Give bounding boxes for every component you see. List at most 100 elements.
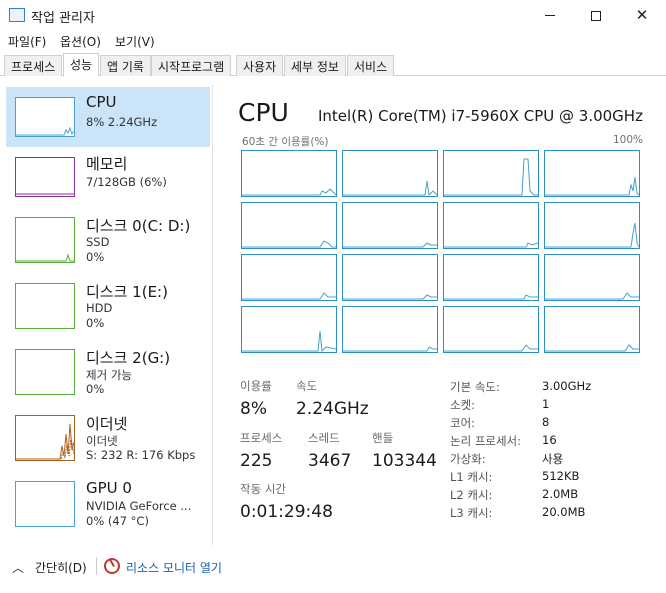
logical-processor-grid (241, 150, 641, 354)
disk0-thumb-line (16, 253, 74, 262)
maximize-button[interactable] (573, 0, 619, 31)
sidebar-item-type: SSD (86, 235, 110, 249)
sidebar-item-disk-1[interactable]: 디스크 1(E:) HDD 0% (6, 275, 210, 335)
tab-performance[interactable]: 성능 (63, 53, 100, 77)
menu-file[interactable]: 파일(F) (8, 33, 46, 50)
logical-processor-line (242, 188, 336, 196)
tab-app-history[interactable]: 앱 기록 (100, 55, 151, 76)
logical-processor-graph (342, 306, 438, 353)
sidebar-item-type: NVIDIA GeForce ... (86, 499, 192, 513)
sidebar-item-ethernet[interactable]: 이더넷 이더넷 S: 232 R: 176 Kbps (6, 407, 210, 467)
spec-label: 코어: (450, 416, 476, 430)
uptime-label: 작동 시간 (240, 482, 286, 496)
open-resource-monitor-link[interactable]: 리소스 모니터 열기 (126, 559, 222, 576)
spec-label: L1 캐시: (450, 470, 493, 484)
menu-options[interactable]: 옵션(O) (60, 33, 101, 50)
thread-value: 3467 (308, 451, 352, 471)
sidebar-item-gpu-0[interactable]: GPU 0 NVIDIA GeForce ... 0% (47 °C) (6, 473, 210, 533)
menu-bar: 파일(F) 옵션(O) 보기(V) (0, 31, 666, 53)
close-button[interactable]: ✕ (619, 0, 665, 31)
sidebar-item-value: S: 232 R: 176 Kbps (86, 448, 196, 462)
logical-processor-graph (241, 150, 337, 197)
spec-value: 16 (542, 433, 557, 447)
disk1-thumbnail-graph (15, 283, 75, 329)
logical-processor-line (545, 176, 639, 196)
spec-label: L3 캐시: (450, 506, 493, 520)
spec-value: 2.0MB (542, 487, 579, 501)
title-bar: 작업 관리자 ✕ (0, 0, 666, 31)
tab-services[interactable]: 서비스 (347, 55, 395, 76)
logical-processor-line (343, 180, 437, 196)
logical-processor-graph (241, 202, 337, 249)
logical-processor-graph (443, 150, 539, 197)
cpu-thumbnail-graph (15, 97, 75, 137)
close-icon: ✕ (635, 6, 649, 24)
spec-label: 기본 속도: (450, 380, 500, 394)
logical-processor-graph (342, 254, 438, 301)
sidebar-item-disk-2[interactable]: 디스크 2(G:) 제거 가능 0% (6, 341, 210, 401)
ethernet-thumbnail-graph (15, 415, 75, 461)
tab-processes[interactable]: 프로세스 (4, 55, 63, 76)
graph-label-max: 100% (613, 134, 644, 146)
spec-value: 512KB (542, 469, 580, 483)
uptime-value: 0:01:29:48 (240, 502, 333, 522)
handle-label: 핸들 (372, 431, 394, 445)
logical-processor-line (444, 242, 538, 248)
chevron-up-icon[interactable]: ︿ (12, 559, 24, 576)
logical-processor-line (343, 346, 437, 352)
ethernet-thumb-line (16, 423, 75, 460)
sidebar-item-label: 디스크 0(C: D:) (86, 217, 191, 235)
sidebar-item-type: HDD (86, 301, 113, 315)
logical-processor-graph (544, 202, 640, 249)
sidebar-item-label: 이더넷 (86, 415, 128, 433)
sidebar-item-label: GPU 0 (86, 479, 132, 497)
usage-value: 8% (240, 399, 267, 419)
tab-bar: 프로세스 성능 앱 기록 시작프로그램 사용자 세부 정보 서비스 (0, 53, 666, 77)
logical-processor-graph (241, 306, 337, 353)
sidebar-item-type: 제거 가능 (86, 368, 132, 382)
logical-processor-line (343, 242, 437, 248)
disk2-thumbnail-graph (15, 349, 75, 395)
logical-processor-graph (544, 254, 640, 301)
fewer-details-button[interactable]: 간단히(D) (35, 559, 87, 576)
spec-label: L2 캐시: (450, 488, 493, 502)
spec-value: 1 (542, 397, 550, 411)
sidebar-item-value: 0% (86, 382, 105, 396)
sidebar-item-type: 이더넷 (86, 434, 118, 448)
window-title: 작업 관리자 (31, 11, 95, 26)
resource-monitor-icon (104, 558, 120, 574)
page-title: CPU (238, 98, 289, 127)
sidebar-item-disk-0[interactable]: 디스크 0(C: D:) SSD 0% (6, 209, 210, 269)
spec-value: 사용 (542, 452, 564, 466)
minimize-button[interactable] (527, 0, 573, 31)
thread-label: 스레드 (308, 431, 340, 445)
performance-panel: CPU 8% 2.24GHz 메모리 7/128GB (6%) 디스크 0(C:… (1, 77, 665, 547)
spec-label: 논리 프로세서: (450, 434, 522, 448)
logical-processor-line (242, 330, 336, 352)
logical-processor-graph (342, 202, 438, 249)
logical-processor-line (545, 292, 639, 300)
logical-processor-graph (443, 254, 539, 301)
menu-view[interactable]: 보기(V) (115, 33, 155, 50)
cpu-model-name: Intel(R) Core(TM) i7-5960X CPU @ 3.00GHz (318, 107, 643, 125)
logical-processor-graph (544, 306, 640, 353)
spec-label: 가상화: (450, 452, 486, 466)
process-value: 225 (240, 451, 273, 471)
tab-details[interactable]: 세부 정보 (284, 55, 346, 76)
logical-processor-line (444, 344, 538, 352)
sidebar-item-cpu[interactable]: CPU 8% 2.24GHz (6, 87, 210, 147)
spec-label: 소켓: (450, 398, 476, 412)
logical-processor-line (444, 294, 538, 300)
tab-users[interactable]: 사용자 (236, 55, 284, 76)
spec-value: 20.0MB (542, 505, 586, 519)
sidebar-item-memory[interactable]: 메모리 7/128GB (6%) (6, 147, 210, 207)
sidebar-item-value: 0% (47 °C) (86, 514, 149, 528)
sidebar-item-label: 디스크 1(E:) (86, 283, 168, 301)
logical-processor-graph (443, 306, 539, 353)
logical-processor-graph (241, 254, 337, 301)
logical-processor-line (444, 158, 538, 196)
speed-label: 속도 (296, 379, 318, 393)
tab-startup[interactable]: 시작프로그램 (151, 55, 232, 76)
sidebar-item-value: 8% 2.24GHz (86, 115, 158, 129)
memory-thumb-line (16, 193, 74, 195)
